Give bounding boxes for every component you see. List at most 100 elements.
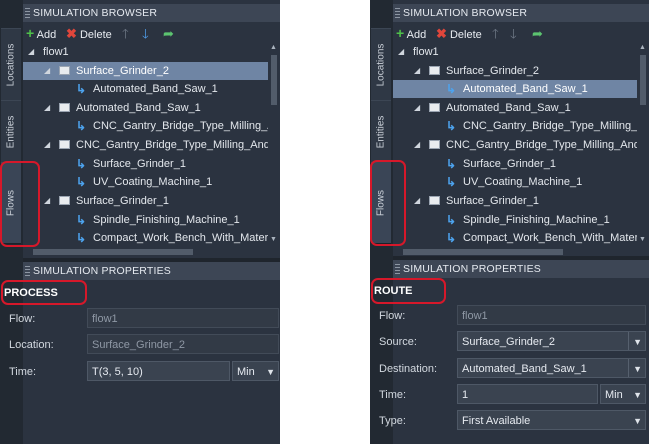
right-panel: Locations Entities Flows SIMULATION BROW…: [370, 0, 649, 444]
move-down-arrow-icon[interactable]: 🡓: [510, 26, 517, 41]
scroll-down-arrow-icon[interactable]: ▼: [639, 236, 646, 243]
tree-vertical-scrollbar[interactable]: ▲ ▼: [268, 43, 280, 244]
route-arrow-icon: ↳: [446, 175, 457, 189]
delete-label: Delete: [449, 29, 482, 41]
tree-label: Surface_Grinder_2: [446, 65, 539, 77]
highlight-box-route-title: [371, 278, 446, 304]
grip-icon: [395, 8, 400, 18]
tree-label: flow1: [413, 46, 439, 58]
tab-label: Locations: [375, 43, 387, 87]
move-up-arrow-icon[interactable]: 🡑: [492, 26, 499, 41]
delete-x-icon: ✖: [66, 26, 77, 41]
tree-row-process[interactable]: ◢ CNC_Gantry_Bridge_Type_Milling_And_Dri…: [23, 136, 268, 154]
collapse-triangle-icon[interactable]: ◢: [398, 43, 404, 61]
route-arrow-icon: ↳: [446, 231, 457, 244]
tree-label: Automated_Band_Saw_1: [463, 83, 588, 95]
collapse-triangle-icon[interactable]: ◢: [414, 136, 420, 154]
tree-label: flow1: [43, 46, 69, 58]
share-arrow-icon[interactable]: ➦: [532, 26, 543, 41]
tree-row-surface-grinder-2[interactable]: ◢ Surface_Grinder_2: [393, 62, 637, 80]
simulation-properties-header: SIMULATION PROPERTIES: [393, 260, 649, 278]
tree-row-process[interactable]: ◢ Automated_Band_Saw_1: [393, 99, 637, 117]
collapse-triangle-icon[interactable]: ◢: [44, 99, 50, 117]
flow-tree: ◢ flow1 ◢ Surface_Grinder_2 ↳ Automated_…: [23, 43, 268, 244]
select-value: First Available: [462, 415, 531, 427]
time-unit-select[interactable]: Min ▼: [600, 384, 646, 404]
flow-field[interactable]: flow1: [87, 308, 279, 328]
scroll-up-arrow-icon[interactable]: ▲: [270, 44, 277, 51]
tree-row-route[interactable]: ↳ Surface_Grinder_1: [393, 155, 637, 173]
route-arrow-icon: ↳: [446, 119, 457, 133]
collapse-triangle-icon[interactable]: ◢: [414, 62, 420, 80]
flow-field[interactable]: flow1: [457, 305, 646, 325]
tree-row-surface-grinder-2[interactable]: ◢ Surface_Grinder_2: [23, 62, 268, 80]
time-input[interactable]: T(3, 5, 10): [87, 361, 230, 381]
delete-label: Delete: [79, 29, 112, 41]
add-label: Add: [406, 29, 427, 41]
tree-row-route[interactable]: ↳ Compact_Work_Bench_With_Material_H: [23, 229, 268, 244]
route-arrow-icon: ↳: [76, 213, 87, 227]
process-box-icon: [429, 103, 440, 112]
destination-select[interactable]: Automated_Band_Saw_1 ▼: [457, 358, 646, 378]
tree-row-process[interactable]: ◢ Surface_Grinder_1: [23, 192, 268, 210]
tab-locations[interactable]: Locations: [371, 28, 391, 102]
tab-locations[interactable]: Locations: [1, 28, 21, 102]
location-field[interactable]: Surface_Grinder_2: [87, 334, 279, 354]
tree-row-route[interactable]: ↳ UV_Coating_Machine_1: [23, 173, 268, 191]
process-box-icon: [59, 66, 70, 75]
tab-entities[interactable]: Entities: [1, 100, 21, 164]
delete-button[interactable]: ✖ Delete: [436, 26, 482, 41]
scroll-thumb[interactable]: [640, 55, 646, 105]
source-label: Source:: [379, 336, 417, 348]
tree-row-route[interactable]: ↳ CNC_Gantry_Bridge_Type_Milling_And_: [393, 117, 637, 135]
tree-row-route-selected[interactable]: ↳ Automated_Band_Saw_1: [393, 80, 637, 98]
collapse-triangle-icon[interactable]: ◢: [44, 62, 50, 80]
move-up-arrow-icon[interactable]: 🡑: [122, 26, 129, 41]
tree-label: Compact_Work_Bench_With_Material_H: [93, 232, 268, 244]
tree-row-process[interactable]: ◢ Automated_Band_Saw_1: [23, 99, 268, 117]
tree-row-process[interactable]: ◢ CNC_Gantry_Bridge_Type_Milling_And_Dri…: [393, 136, 637, 154]
collapse-triangle-icon[interactable]: ◢: [44, 192, 50, 210]
time-unit-select[interactable]: Min ▼: [232, 361, 279, 381]
flow-tree: ◢ flow1 ◢ Surface_Grinder_2 ↳ Automated_…: [393, 43, 637, 244]
grip-icon: [25, 266, 30, 276]
field-value: 1: [462, 389, 469, 401]
dropdown-arrow-icon: ▼: [633, 390, 642, 400]
add-button[interactable]: + Add: [396, 26, 427, 42]
tree-row-flow1[interactable]: ◢ flow1: [393, 43, 637, 61]
time-input[interactable]: 1: [457, 384, 598, 404]
select-value: Automated_Band_Saw_1: [462, 363, 587, 375]
tree-row-route[interactable]: ↳ Automated_Band_Saw_1: [23, 80, 268, 98]
tree-row-route[interactable]: ↳ Surface_Grinder_1: [23, 155, 268, 173]
scroll-thumb[interactable]: [33, 249, 193, 255]
tree-row-process[interactable]: ◢ Surface_Grinder_1: [393, 192, 637, 210]
scroll-down-arrow-icon[interactable]: ▼: [270, 236, 277, 243]
type-select[interactable]: First Available ▼: [457, 410, 646, 430]
share-arrow-icon[interactable]: ➦: [163, 26, 174, 41]
tree-row-route[interactable]: ↳ Spindle_Finishing_Machine_1: [393, 211, 637, 229]
dropdown-arrow-icon: ▼: [628, 332, 642, 350]
tree-row-route[interactable]: ↳ UV_Coating_Machine_1: [393, 173, 637, 191]
collapse-triangle-icon[interactable]: ◢: [414, 192, 420, 210]
collapse-triangle-icon[interactable]: ◢: [414, 99, 420, 117]
route-arrow-icon: ↳: [76, 119, 87, 133]
add-button[interactable]: + Add: [26, 26, 56, 42]
tree-label: Surface_Grinder_1: [463, 158, 556, 170]
tree-label: Surface_Grinder_1: [446, 195, 539, 207]
tree-vertical-scrollbar[interactable]: ▲ ▼: [637, 43, 649, 244]
header-label: SIMULATION BROWSER: [33, 7, 158, 19]
scroll-thumb[interactable]: [403, 249, 563, 255]
source-select[interactable]: Surface_Grinder_2 ▼: [457, 331, 646, 351]
tree-horizontal-scrollbar[interactable]: [23, 246, 268, 258]
tree-row-flow1[interactable]: ◢ flow1: [23, 43, 268, 61]
collapse-triangle-icon[interactable]: ◢: [44, 136, 50, 154]
tab-entities[interactable]: Entities: [371, 100, 391, 164]
scroll-thumb[interactable]: [271, 55, 277, 105]
delete-button[interactable]: ✖ Delete: [66, 26, 112, 41]
tree-row-route[interactable]: ↳ Compact_Work_Bench_With_Material_H: [393, 229, 637, 244]
tree-row-route[interactable]: ↳ Spindle_Finishing_Machine_1: [23, 211, 268, 229]
tree-row-route[interactable]: ↳ CNC_Gantry_Bridge_Type_Milling_And_: [23, 117, 268, 135]
scroll-up-arrow-icon[interactable]: ▲: [639, 44, 646, 51]
move-down-arrow-icon[interactable]: 🡓: [142, 26, 149, 41]
collapse-triangle-icon[interactable]: ◢: [28, 43, 34, 61]
